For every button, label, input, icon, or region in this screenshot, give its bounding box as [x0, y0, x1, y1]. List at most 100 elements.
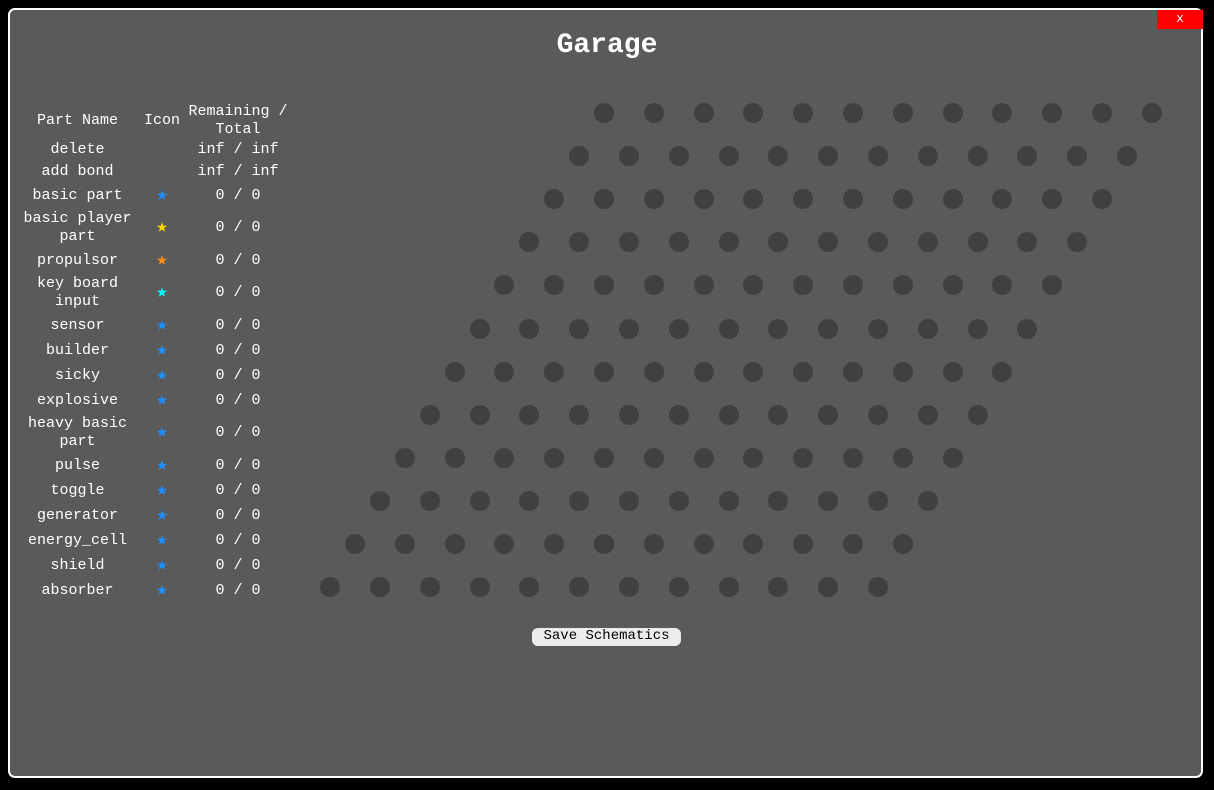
- table-row[interactable]: builder ★ 0 / 0: [15, 338, 292, 363]
- grid-slot[interactable]: [643, 189, 664, 210]
- grid-slot[interactable]: [668, 318, 689, 339]
- grid-slot[interactable]: [1092, 103, 1112, 123]
- grid-slot[interactable]: [718, 318, 739, 339]
- grid-slot[interactable]: [917, 232, 938, 253]
- grid-slot[interactable]: [942, 361, 963, 382]
- grid-slot[interactable]: [867, 490, 888, 511]
- grid-slot[interactable]: [843, 361, 863, 382]
- grid-slot[interactable]: [618, 404, 639, 425]
- grid-slot[interactable]: [917, 318, 938, 339]
- table-row[interactable]: delete inf / inf: [15, 139, 292, 161]
- grid-slot[interactable]: [867, 146, 888, 167]
- grid-slot[interactable]: [1116, 146, 1137, 167]
- table-row[interactable]: absorber ★ 0 / 0: [15, 578, 292, 603]
- grid-slot[interactable]: [892, 447, 913, 468]
- grid-slot[interactable]: [345, 534, 365, 554]
- grid-slot[interactable]: [569, 404, 590, 425]
- grid-slot[interactable]: [818, 490, 839, 511]
- grid-slot[interactable]: [419, 490, 440, 511]
- grid-slot[interactable]: [444, 361, 465, 382]
- grid-slot[interactable]: [967, 318, 988, 339]
- grid-slot[interactable]: [643, 361, 664, 382]
- grid-slot[interactable]: [693, 189, 714, 210]
- grid-slot[interactable]: [967, 404, 988, 425]
- grid-slot[interactable]: [892, 361, 913, 382]
- table-row[interactable]: propulsor ★ 0 / 0: [15, 248, 292, 273]
- table-row[interactable]: sensor ★ 0 / 0: [15, 313, 292, 338]
- grid-slot[interactable]: [793, 361, 814, 382]
- grid-slot[interactable]: [444, 447, 465, 468]
- grid-slot[interactable]: [892, 103, 913, 123]
- grid-slot[interactable]: [892, 189, 913, 210]
- grid-slot[interactable]: [718, 490, 739, 511]
- grid-slot[interactable]: [394, 447, 415, 468]
- grid-slot[interactable]: [942, 189, 963, 210]
- grid-slot[interactable]: [419, 577, 440, 598]
- grid-slot[interactable]: [892, 534, 913, 554]
- grid-slot[interactable]: [942, 275, 963, 296]
- grid-slot[interactable]: [967, 232, 988, 253]
- table-row[interactable]: basic player part ★ 0 / 0: [15, 208, 292, 248]
- grid-slot[interactable]: [618, 490, 639, 511]
- grid-slot[interactable]: [643, 103, 664, 123]
- grid-slot[interactable]: [494, 361, 515, 382]
- grid-slot[interactable]: [618, 318, 639, 339]
- grid-slot[interactable]: [718, 146, 739, 167]
- grid-slot[interactable]: [942, 447, 963, 468]
- grid-slot[interactable]: [917, 146, 938, 167]
- close-button[interactable]: x: [1157, 10, 1203, 29]
- grid-slot[interactable]: [544, 447, 565, 468]
- grid-slot[interactable]: [843, 447, 863, 468]
- table-row[interactable]: explosive ★ 0 / 0: [15, 388, 292, 413]
- table-row[interactable]: sicky ★ 0 / 0: [15, 363, 292, 388]
- save-schematics-button[interactable]: Save Schematics: [532, 628, 681, 646]
- grid-slot[interactable]: [643, 534, 664, 554]
- grid-slot[interactable]: [693, 103, 714, 123]
- grid-slot[interactable]: [469, 318, 490, 339]
- grid-slot[interactable]: [793, 447, 814, 468]
- grid-slot[interactable]: [967, 146, 988, 167]
- table-row[interactable]: shield ★ 0 / 0: [15, 553, 292, 578]
- grid-slot[interactable]: [693, 534, 714, 554]
- grid-slot[interactable]: [594, 361, 614, 382]
- grid-slot[interactable]: [818, 318, 839, 339]
- grid-slot[interactable]: [718, 404, 739, 425]
- grid-slot[interactable]: [843, 534, 863, 554]
- grid-slot[interactable]: [544, 361, 565, 382]
- grid-slot[interactable]: [867, 577, 888, 598]
- grid-slot[interactable]: [867, 404, 888, 425]
- grid-slot[interactable]: [867, 318, 888, 339]
- grid-slot[interactable]: [693, 361, 714, 382]
- grid-slot[interactable]: [569, 318, 590, 339]
- grid-slot[interactable]: [668, 490, 689, 511]
- table-row[interactable]: energy_cell ★ 0 / 0: [15, 528, 292, 553]
- grid-slot[interactable]: [693, 447, 714, 468]
- grid-slot[interactable]: [768, 404, 789, 425]
- grid-slot[interactable]: [1017, 318, 1038, 339]
- grid-slot[interactable]: [1141, 103, 1162, 123]
- table-row[interactable]: generator ★ 0 / 0: [15, 503, 292, 528]
- grid-slot[interactable]: [992, 361, 1013, 382]
- grid-slot[interactable]: [369, 490, 390, 511]
- grid-slot[interactable]: [618, 577, 639, 598]
- grid-slot[interactable]: [444, 534, 465, 554]
- grid-slot[interactable]: [594, 103, 614, 123]
- grid-slot[interactable]: [394, 534, 415, 554]
- grid-slot[interactable]: [917, 490, 938, 511]
- grid-slot[interactable]: [718, 232, 739, 253]
- grid-slot[interactable]: [519, 404, 540, 425]
- table-row[interactable]: toggle ★ 0 / 0: [15, 478, 292, 503]
- grid-slot[interactable]: [942, 103, 963, 123]
- grid-slot[interactable]: [643, 447, 664, 468]
- grid-slot[interactable]: [419, 404, 440, 425]
- table-row[interactable]: add bond inf / inf: [15, 161, 292, 183]
- table-row[interactable]: basic part ★ 0 / 0: [15, 183, 292, 208]
- grid-slot[interactable]: [519, 318, 540, 339]
- grid-slot[interactable]: [469, 577, 490, 598]
- grid-slot[interactable]: [718, 577, 739, 598]
- grid-slot[interactable]: [594, 534, 614, 554]
- table-row[interactable]: pulse ★ 0 / 0: [15, 453, 292, 478]
- table-row[interactable]: heavy basic part ★ 0 / 0: [15, 413, 292, 453]
- grid-slot[interactable]: [743, 361, 764, 382]
- grid-slot[interactable]: [369, 577, 390, 598]
